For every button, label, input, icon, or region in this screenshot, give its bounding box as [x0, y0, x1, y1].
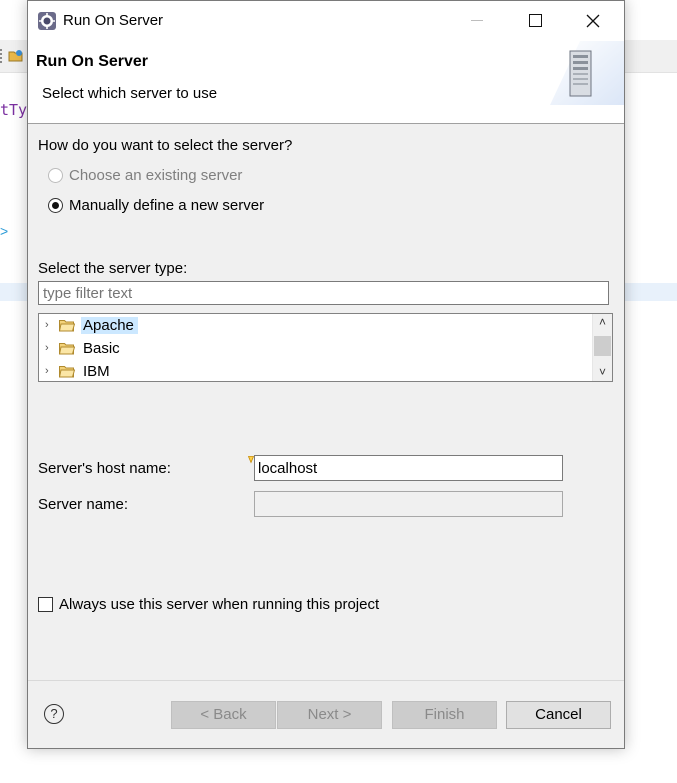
folder-icon — [59, 365, 75, 377]
wizard-header: Run On Server Select which server to use — [28, 41, 624, 124]
header-title: Run On Server — [36, 53, 149, 70]
host-name-field[interactable] — [254, 455, 563, 481]
editor-arrow-icon: > — [0, 223, 9, 239]
back-button[interactable]: < Back — [171, 701, 276, 729]
server-icon — [550, 41, 624, 105]
title-bar[interactable]: Run On Server — [28, 1, 624, 41]
minimize-icon — [471, 20, 483, 21]
close-button[interactable] — [570, 1, 616, 41]
header-subtitle: Select which server to use — [42, 85, 218, 102]
server-name-label: Server name: — [38, 496, 129, 513]
maximize-button[interactable] — [512, 1, 558, 41]
radio-button[interactable] — [48, 198, 63, 213]
folder-icon — [59, 319, 75, 331]
help-icon[interactable]: ? — [44, 704, 64, 724]
always-use-label: Always use this server when running this… — [59, 596, 380, 613]
selection-question: How do you want to select the server? — [38, 137, 293, 154]
toolbar-grip-icon — [0, 49, 6, 63]
tree-scrollbar[interactable]: ˄ ˅ — [592, 314, 612, 381]
run-on-server-dialog: Run On Server Run On Server Select which… — [27, 0, 625, 749]
finish-button[interactable]: Finish — [392, 701, 497, 729]
radio-existing-server[interactable]: Choose an existing server — [48, 167, 242, 184]
always-use-option[interactable]: Always use this server when running this… — [38, 596, 379, 613]
chevron-right-icon[interactable]: › — [45, 365, 57, 377]
radio-new-server[interactable]: Manually define a new server — [48, 197, 264, 214]
close-icon — [586, 14, 600, 28]
footer-divider — [28, 680, 624, 681]
tree-item-label: IBM — [83, 362, 110, 380]
chevron-right-icon[interactable]: › — [45, 342, 57, 354]
minimize-button[interactable] — [454, 1, 500, 41]
folder-icon — [59, 342, 75, 354]
tree-item-apache[interactable]: › Apache — [39, 314, 138, 336]
tree-item-ibm[interactable]: › IBM — [39, 360, 114, 381]
scroll-down-icon[interactable]: ˅ — [593, 364, 612, 381]
always-use-checkbox[interactable] — [38, 597, 53, 612]
scroll-thumb[interactable] — [594, 336, 611, 356]
radio-label: Manually define a new server — [69, 197, 265, 214]
tree-item-label: Basic — [83, 339, 120, 357]
scroll-up-icon[interactable]: ˄ — [593, 314, 612, 331]
tree-item-basic[interactable]: › Basic — [39, 337, 124, 359]
radio-label: Choose an existing server — [69, 167, 243, 184]
window-title: Run On Server — [63, 12, 164, 29]
cancel-button[interactable]: Cancel — [506, 701, 611, 729]
chevron-right-icon[interactable]: › — [45, 319, 57, 331]
server-name-field[interactable] — [254, 491, 563, 517]
open-folder-icon[interactable] — [8, 49, 24, 63]
maximize-icon — [529, 14, 542, 27]
server-type-label: Select the server type: — [38, 260, 188, 277]
eclipse-app-icon — [38, 12, 56, 30]
server-type-tree[interactable]: › Apache › Basic › IBM ˄ ˅ — [38, 313, 613, 382]
next-button[interactable]: Next > — [277, 701, 382, 729]
host-name-label: Server's host name: — [38, 460, 171, 477]
filter-input[interactable] — [38, 281, 609, 305]
radio-button[interactable] — [48, 168, 63, 183]
tree-item-label: Apache — [81, 316, 138, 334]
